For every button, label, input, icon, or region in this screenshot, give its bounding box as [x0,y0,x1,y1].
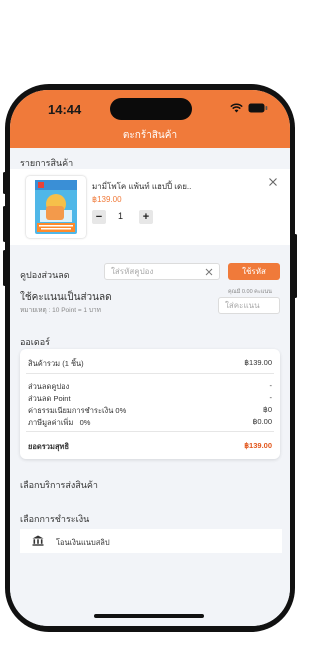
increase-quantity-button[interactable]: + [139,210,153,224]
app-header: 14:44 ตะกร้าสินค้า [10,90,290,148]
remove-item-button[interactable] [268,174,278,186]
payment-section-title: เลือกการชำระเงิน [20,514,90,524]
points-label: ใช้คะแนนเป็นส่วนลด [20,292,112,303]
status-time: 14:44 [48,102,82,117]
order-section-title: ออเดอร์ [20,337,50,347]
fee-value: ฿0 [263,405,272,414]
product-image[interactable] [26,176,86,238]
subtotal-row: สินค้ารวม (1 ชิ้น) ฿139.00 [28,358,272,370]
wifi-icon [230,103,243,113]
fee-label: ค่าธรรมเนียมการชำระเงิน 0% [28,406,127,415]
total-row: ยอดรวมสุทธิ ฿139.00 [28,441,272,453]
subtotal-label: สินค้ารวม (1 ชิ้น) [28,359,84,368]
coupon-discount-value: - [269,381,273,390]
diaper-pack-image [35,180,77,234]
coupon-discount-row: ส่วนลดคูปอง - [28,381,272,393]
vat-row: ภาษีมูลค่าเพิ่ม 0% ฿0.00 [28,417,272,429]
coupon-label: คูปองส่วนลด [20,270,70,280]
fee-row: ค่าธรรมเนียมการชำระเงิน 0% ฿0 [28,405,272,417]
battery-icon [248,103,268,113]
products-section-title: รายการสินค้า [20,158,74,168]
subtotal-value: ฿139.00 [244,358,272,367]
quantity-value: 1 [118,211,124,221]
clear-input-icon[interactable] [205,268,213,276]
point-discount-value: - [269,393,273,402]
apply-coupon-button[interactable]: ใช้รหัส [228,263,280,280]
points-available: คุณมี 0.00 คะแนน [228,289,272,295]
point-discount-row: ส่วนลด Point - [28,393,272,405]
bank-icon [32,535,44,546]
points-input[interactable]: ใส่คะแนน [218,297,280,314]
home-indicator [94,614,204,618]
page-title: ตะกร้าสินค้า [122,130,178,141]
close-icon [269,178,277,186]
dynamic-island [110,98,192,120]
payment-method-label: โอนเงินแนบสลิป [56,538,110,547]
shipping-section-title[interactable]: เลือกบริการส่งสินค้า [20,478,98,492]
app-screen: 14:44 ตะกร้าสินค้า รายการสินค้า มามี่โพโ… [10,90,290,626]
status-icons [230,103,268,113]
total-value: ฿139.00 [244,441,272,450]
decrease-quantity-button[interactable]: − [92,210,106,224]
vat-label: ภาษีมูลค่าเพิ่ม 0% [28,418,91,427]
payment-method-option[interactable]: โอนเงินแนบสลิป [20,529,282,553]
coupon-discount-label: ส่วนลดคูปอง [28,382,70,391]
point-discount-label: ส่วนลด Point [28,394,71,403]
points-placeholder: ใส่คะแนน [225,301,260,310]
order-divider-2 [26,431,274,432]
coupon-input[interactable]: ใส่รหัสคูปอง [104,263,220,280]
order-divider-1 [26,373,274,374]
product-name[interactable]: มามี่โพโค แพ้นท์ แฮปปี้ เดย.. [92,180,191,193]
vat-value: ฿0.00 [252,417,272,426]
coupon-placeholder: ใส่รหัสคูปอง [111,267,154,276]
points-note: หมายเหตุ : 10 Point = 1 บาท [20,307,101,314]
product-price: ฿139.00 [92,195,122,204]
total-label: ยอดรวมสุทธิ [28,442,70,451]
